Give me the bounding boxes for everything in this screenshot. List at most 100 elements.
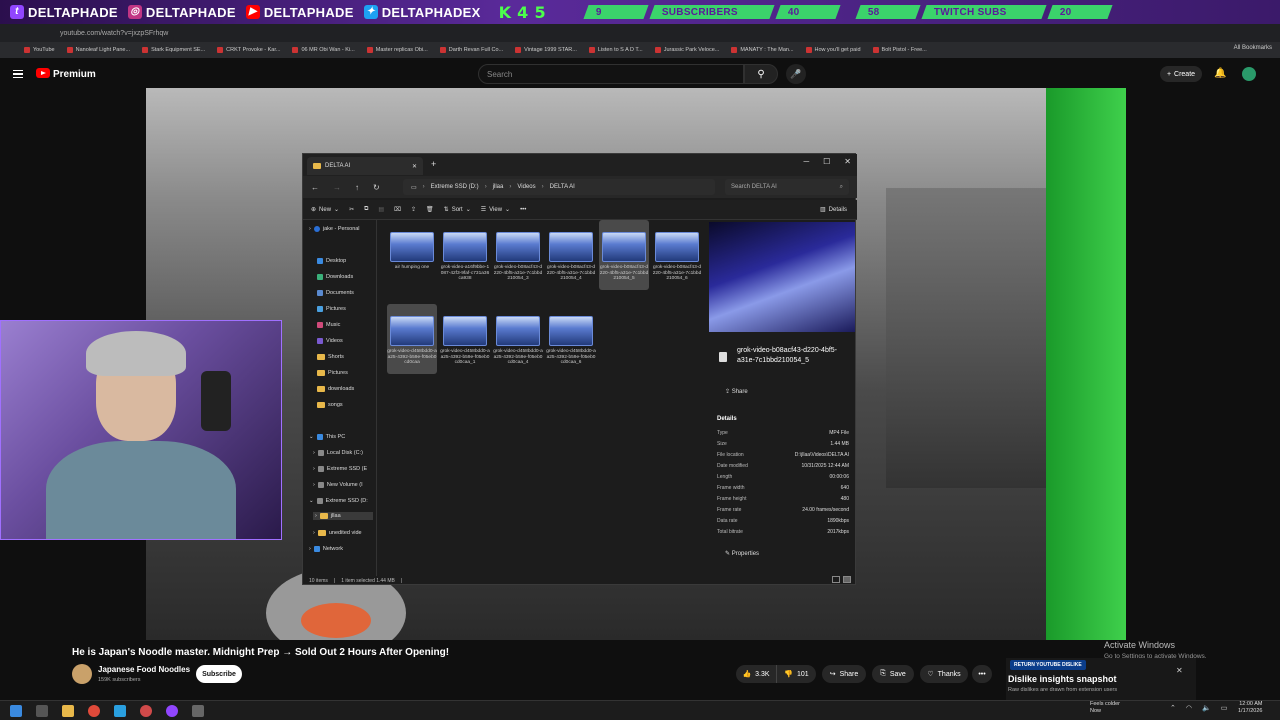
bookmark-item[interactable]: YouTube: [24, 47, 55, 53]
file-item[interactable]: grok-video-d458bdd0-aa25-4392-b59e-f05eb…: [440, 304, 490, 374]
bookmark-item[interactable]: Master replicas Obi...: [366, 47, 428, 53]
sort-button[interactable]: ⇅ Sort ⌄: [444, 206, 471, 214]
nav-item-unedited[interactable]: › unedited vide: [313, 530, 362, 536]
nav-item-jllaa[interactable]: › jllaa: [313, 512, 373, 520]
breadcrumb-item[interactable]: Extreme SSD (D:): [431, 184, 479, 190]
chrome-icon[interactable]: [88, 704, 100, 717]
youtube-logo-icon[interactable]: [36, 68, 50, 78]
nav-item-desktop[interactable]: Desktop: [317, 258, 346, 264]
bookmark-item[interactable]: CRKT Provoke - Kar...: [217, 47, 280, 53]
breadcrumb-item[interactable]: Videos: [517, 184, 535, 190]
chevron-up-icon[interactable]: ⌃: [1170, 704, 1176, 712]
cut-icon[interactable]: ✂: [349, 206, 354, 213]
file-item[interactable]: grok-video-b08acf43-d220-4bf5-a31e-7c1bb…: [493, 220, 543, 290]
explorer-tab[interactable]: DELTA AI ✕: [307, 157, 423, 175]
close-icon[interactable]: ✕: [844, 157, 851, 166]
nav-item-downloads[interactable]: Downloads: [317, 274, 353, 280]
bookmark-item[interactable]: MANATY : The Man...: [731, 47, 794, 53]
details-button[interactable]: ▥ Details: [820, 206, 847, 214]
file-item[interactable]: air humping one: [387, 220, 437, 290]
delete-icon[interactable]: 🗑: [426, 206, 434, 213]
up-arrow-icon[interactable]: ↑: [355, 183, 359, 192]
tiles-view-icon[interactable]: [843, 576, 851, 583]
new-tab-icon[interactable]: +: [431, 159, 436, 169]
nav-item-drive[interactable]: › Extreme SSD (E: [313, 466, 367, 472]
nav-item-drive[interactable]: ⌄ Extreme SSD (D:: [309, 498, 368, 504]
wifi-icon[interactable]: ◠: [1186, 704, 1192, 712]
file-item[interactable]: grok-video-a16f9bbe-1087-42f3-9faf-c731a…: [440, 220, 490, 290]
share-button[interactable]: ↪ Share: [822, 665, 866, 683]
file-item[interactable]: grok-video-b08acf43-d220-4bf5-a31e-7c1bb…: [599, 220, 649, 290]
youtube-search-input[interactable]: Search: [478, 64, 744, 84]
bookmark-item[interactable]: Stark Equipment SE...: [142, 47, 205, 53]
bookmark-item[interactable]: Darth Revan Full Co...: [439, 47, 503, 53]
bookmark-item[interactable]: Listen to S A D T...: [588, 47, 643, 53]
nav-item-music[interactable]: Music: [317, 322, 340, 328]
nav-item-drive[interactable]: › Local Disk (C:): [313, 450, 363, 456]
like-button[interactable]: 👍 3.3K: [736, 665, 776, 683]
close-tab-icon[interactable]: ✕: [412, 163, 417, 170]
bookmark-item[interactable]: Vintage 1999 STAR...: [515, 47, 577, 53]
bookmark-item[interactable]: Bolt Pistol - Free...: [872, 47, 927, 53]
subscribe-button[interactable]: Subscribe: [196, 665, 242, 683]
rename-icon[interactable]: ⌧: [394, 206, 401, 213]
details-view-icon[interactable]: [832, 576, 840, 583]
file-explorer-icon[interactable]: [62, 704, 74, 717]
nav-item-videos[interactable]: Videos: [317, 338, 343, 344]
close-icon[interactable]: ✕: [1176, 666, 1183, 675]
nav-item-drive[interactable]: › New Volume (I: [313, 482, 363, 488]
bookmark-item[interactable]: 06 MR Obi Wan - Ki...: [292, 47, 355, 53]
channel-avatar[interactable]: [72, 664, 92, 684]
youtube-premium-label[interactable]: Premium: [53, 69, 96, 80]
nav-item-songs[interactable]: songs: [317, 402, 343, 408]
obs-icon[interactable]: [140, 704, 152, 717]
nav-item-pictures-folder[interactable]: Pictures: [317, 370, 348, 376]
address-bar[interactable]: youtube.com/watch?v=jxzpSFrhqw: [0, 24, 1280, 42]
copy-icon[interactable]: ⧉: [364, 206, 368, 213]
weather-widget[interactable]: Feels colder Now: [1090, 701, 1120, 715]
breadcrumb[interactable]: ▭ › Extreme SSD (D:) › jllaa › Videos › DELT…: [403, 179, 715, 195]
capcut-icon[interactable]: [192, 704, 204, 717]
file-item[interactable]: grok-video-b08acf43-d220-4bf5-a31e-7c1bb…: [652, 220, 702, 290]
nav-item-this-pc[interactable]: ⌄ This PC: [309, 434, 345, 440]
nav-item-network[interactable]: › Network: [309, 546, 343, 552]
create-button[interactable]: + Create: [1160, 66, 1202, 82]
bell-icon[interactable]: 🔔: [1214, 68, 1226, 79]
back-arrow-icon[interactable]: ←: [311, 183, 319, 192]
maximize-icon[interactable]: ☐: [823, 157, 830, 166]
nav-item-shorts[interactable]: Shorts: [317, 354, 344, 360]
file-item[interactable]: grok-video-b08acf43-d220-4bf5-a31e-7c1bb…: [546, 220, 596, 290]
detail-share-button[interactable]: ⇪ Share: [725, 388, 748, 395]
search-icon[interactable]: ⚲: [744, 64, 778, 84]
thanks-button[interactable]: ♡ Thanks: [920, 665, 968, 683]
forward-arrow-icon[interactable]: →: [333, 183, 341, 192]
nav-item-downloads-folder[interactable]: downloads: [317, 386, 354, 392]
file-item[interactable]: grok-video-d458bdd0-aa25-4392-b59e-f05eb…: [546, 304, 596, 374]
new-button[interactable]: ⊕ New ⌄: [311, 206, 339, 214]
app-icon[interactable]: [114, 704, 126, 717]
nav-item-pictures[interactable]: Pictures: [317, 306, 346, 312]
start-icon[interactable]: [10, 704, 22, 717]
taskbar-clock[interactable]: 12:00 AM 1/17/2026: [1238, 701, 1262, 715]
nav-item-documents[interactable]: Documents: [317, 290, 354, 296]
file-item[interactable]: grok-video-d458bdd0-aa25-4392-b59e-f05eb…: [493, 304, 543, 374]
more-actions-button[interactable]: •••: [972, 665, 992, 683]
breadcrumb-item[interactable]: DELTA AI: [550, 184, 575, 190]
paste-icon[interactable]: ▤: [378, 206, 384, 213]
refresh-icon[interactable]: ↻: [373, 183, 380, 192]
all-bookmarks-button[interactable]: All Bookmarks: [1234, 45, 1272, 51]
bookmark-item[interactable]: How you'll get paid: [805, 47, 861, 53]
microphone-icon[interactable]: 🎤: [786, 64, 806, 84]
task-view-icon[interactable]: [36, 704, 48, 717]
hamburger-menu-icon[interactable]: [13, 70, 23, 78]
view-button[interactable]: ☰ View ⌄: [481, 206, 510, 214]
discord-icon[interactable]: [166, 704, 178, 717]
battery-icon[interactable]: ▭: [1221, 704, 1228, 712]
explorer-search-input[interactable]: Search DELTA AI ⌕: [725, 179, 849, 195]
bookmark-item[interactable]: Jurassic Park Veloce...: [654, 47, 719, 53]
file-item[interactable]: grok-video-d458bdd0-aa25-4392-b59e-f05eb…: [387, 304, 437, 374]
more-options-icon[interactable]: •••: [520, 207, 526, 213]
properties-button[interactable]: ✎ Properties: [725, 550, 759, 557]
channel-name[interactable]: Japanese Food Noodles: [98, 665, 190, 674]
minimize-icon[interactable]: ─: [803, 157, 809, 166]
